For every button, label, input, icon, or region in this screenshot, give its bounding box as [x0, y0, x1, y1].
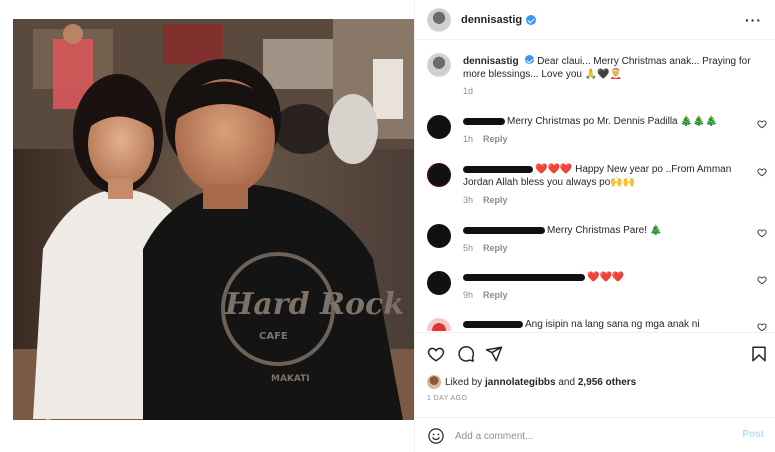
reply-button[interactable]: Reply — [483, 290, 508, 300]
emoji-smiley-icon[interactable] — [427, 427, 445, 445]
verified-badge-icon — [525, 55, 535, 64]
like-comment-heart-icon[interactable] — [757, 322, 767, 331]
redacted-username — [463, 117, 505, 125]
comment-meta: 9h Reply — [463, 290, 508, 300]
author-avatar[interactable] — [427, 7, 451, 32]
caption-text-block: dennisastig Dear claui... Merry Christma… — [463, 55, 753, 81]
reply-button[interactable]: Reply — [483, 195, 508, 205]
comment-bubble-icon[interactable] — [457, 345, 475, 363]
redacted-username — [463, 165, 533, 173]
svg-text:MAKATI: MAKATI — [271, 374, 310, 384]
add-comment-input[interactable] — [455, 427, 725, 445]
commenter-avatar[interactable] — [427, 163, 451, 187]
liker-username[interactable]: jannolategibbs — [485, 377, 556, 388]
post-time-ago[interactable]: 1 DAY AGO — [427, 395, 467, 402]
svg-text:CAFE: CAFE — [259, 331, 288, 342]
like-heart-icon[interactable] — [427, 345, 445, 363]
comment-timestamp[interactable]: 5h — [463, 243, 473, 253]
comment-meta: 5h Reply — [463, 243, 508, 253]
reply-button[interactable]: Reply — [483, 134, 508, 144]
redacted-username — [463, 273, 585, 281]
post-comment-button[interactable]: Post — [742, 429, 764, 440]
add-comment-bar: Post — [415, 417, 775, 452]
like-comment-heart-icon[interactable] — [757, 275, 767, 285]
redacted-username — [463, 226, 545, 234]
commenter-avatar[interactable] — [427, 318, 451, 331]
author-username[interactable]: dennisastig — [461, 14, 522, 26]
caption-avatar[interactable] — [427, 53, 451, 77]
comment-body: Merry Christmas Pare! 🎄 — [547, 225, 663, 236]
likes-prefix: Liked by — [445, 376, 483, 388]
post-photo[interactable]: Hard Rock CAFE MAKATI — [13, 19, 414, 420]
likes-and: and — [558, 376, 576, 388]
reply-button[interactable]: Reply — [483, 243, 508, 253]
post-photo-image: Hard Rock CAFE MAKATI — [13, 19, 414, 420]
caption-username[interactable]: dennisastig — [463, 56, 519, 67]
more-options-icon[interactable]: ··· — [745, 12, 762, 28]
like-comment-heart-icon[interactable] — [757, 228, 767, 238]
comment-body: Merry Christmas po Mr. Dennis Padilla 🎄🎄… — [507, 116, 718, 127]
commenter-avatar[interactable] — [427, 271, 451, 295]
likes-count[interactable]: 2,956 others — [578, 377, 636, 388]
comment-text-block: Merry Christmas po Mr. Dennis Padilla 🎄🎄… — [463, 115, 738, 128]
comment-body: ❤️❤️❤️ — [587, 272, 625, 283]
share-paper-plane-icon[interactable] — [485, 345, 503, 363]
comment-text-block: ❤️❤️❤️ — [463, 271, 738, 284]
redacted-username — [463, 320, 523, 328]
like-comment-heart-icon[interactable] — [757, 119, 767, 129]
save-bookmark-icon[interactable] — [750, 345, 768, 363]
post-header: dennisastig ··· — [415, 0, 775, 40]
post-details-panel: dennisastig ··· dennisastig Dear claui..… — [414, 0, 775, 452]
post-media-area: Hard Rock CAFE MAKATI — [0, 0, 414, 452]
post-actions: Liked by jannolategibbs and 2,956 others… — [415, 332, 775, 417]
like-comment-heart-icon[interactable] — [757, 167, 767, 177]
likes-summary: Liked by jannolategibbs and 2,956 others — [427, 375, 636, 389]
comment-meta: 1h Reply — [463, 134, 508, 144]
liker-avatar[interactable] — [427, 375, 441, 389]
comments-list[interactable]: dennisastig Dear claui... Merry Christma… — [415, 41, 775, 331]
comment-text-block: Merry Christmas Pare! 🎄 — [463, 224, 738, 237]
svg-text:Hard Rock: Hard Rock — [224, 287, 404, 322]
comment-timestamp[interactable]: 9h — [463, 290, 473, 300]
comment-text-block: Ang isipin na lang sana ng mga anak ni M… — [463, 318, 738, 331]
commenter-avatar[interactable] — [427, 115, 451, 139]
verified-badge-icon — [526, 14, 537, 25]
caption-timestamp[interactable]: 1d — [463, 86, 473, 96]
comment-timestamp[interactable]: 1h — [463, 134, 473, 144]
comment-timestamp[interactable]: 3h — [463, 195, 473, 205]
commenter-avatar[interactable] — [427, 224, 451, 248]
comment-meta: 3h Reply — [463, 195, 508, 205]
comment-text-block: ❤️❤️❤️ Happy New year po ..From Amman Jo… — [463, 163, 738, 189]
